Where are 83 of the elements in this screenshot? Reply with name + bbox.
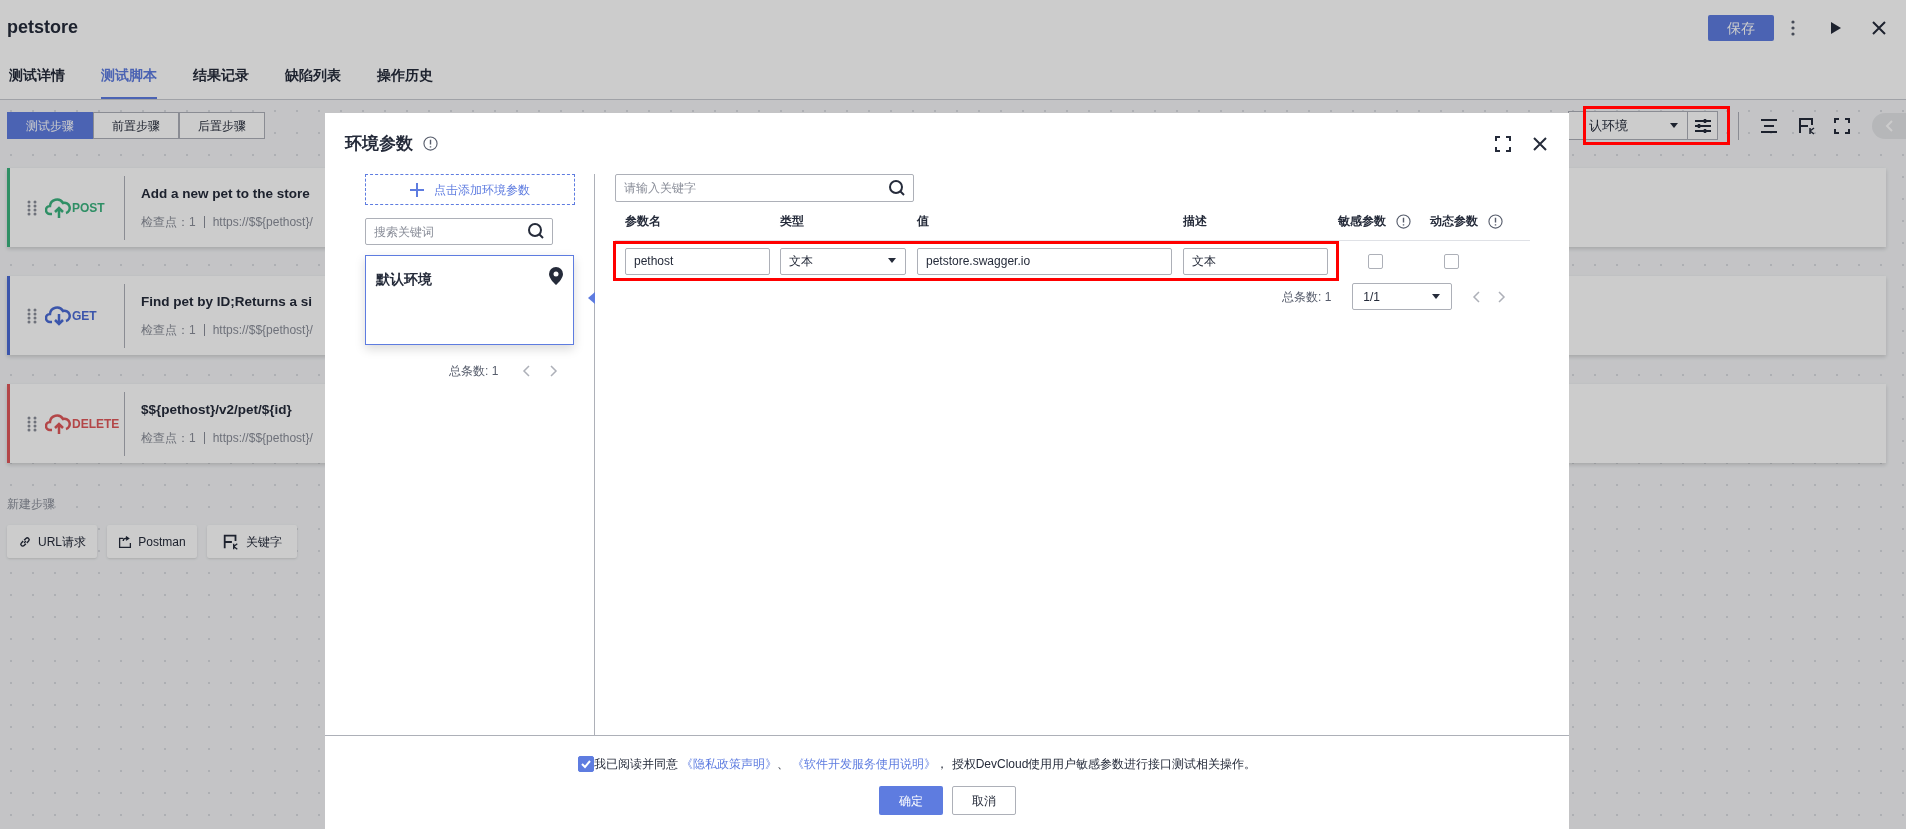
tab[interactable]: 结果记录	[193, 55, 249, 99]
info-icon	[1396, 213, 1411, 229]
checkpoint-count: 检查点：1	[141, 321, 196, 339]
new-step-button[interactable]: URL请求	[7, 525, 97, 558]
tab[interactable]: 测试脚本	[101, 55, 157, 99]
checkbox[interactable]	[1444, 253, 1459, 269]
add-environment-button[interactable]: 点击添加环境参数	[365, 174, 575, 205]
import-icon	[119, 535, 132, 548]
column-header: 敏感参数	[1338, 213, 1386, 230]
method-label: POST	[45, 195, 121, 220]
environment-card[interactable]: 默认环境	[365, 255, 574, 345]
tab[interactable]: 缺陷列表	[285, 55, 341, 99]
checkpoint-count: 检查点：1	[141, 429, 196, 447]
checkpoint-count: 检查点：1	[141, 213, 196, 231]
close-icon[interactable]	[1533, 136, 1547, 151]
environment-select[interactable]: 认环境	[1568, 111, 1688, 140]
step-tab[interactable]: 前置步骤	[93, 112, 179, 139]
tab[interactable]: 测试详情	[9, 55, 65, 99]
column-header: 动态参数	[1430, 213, 1478, 230]
pointer-marker	[588, 292, 595, 304]
drag-handle-icon[interactable]	[27, 415, 37, 432]
type-select[interactable]: 文本	[780, 247, 906, 275]
step-title: Find pet by ID;Returns a si	[141, 293, 313, 312]
step-url: https://$${pethost}/	[212, 429, 313, 447]
total-count: 总条数: 1	[449, 363, 499, 380]
fullscreen-icon[interactable]	[1834, 117, 1850, 134]
keyword-icon[interactable]	[1798, 116, 1816, 135]
drag-handle-icon[interactable]	[27, 307, 37, 324]
save-button[interactable]: 保存	[1708, 14, 1774, 41]
step-url: https://$${pethost}/	[212, 213, 313, 231]
search-icon[interactable]	[888, 179, 906, 197]
sliders-icon	[1694, 118, 1711, 133]
caret-icon	[887, 258, 897, 264]
column-header: 参数名	[625, 213, 661, 230]
info-icon	[423, 136, 438, 151]
new-step-button[interactable]: Postman	[107, 525, 197, 558]
column-header: 类型	[780, 213, 804, 230]
new-step-button[interactable]: 关键字	[207, 525, 297, 558]
modal-title: 环境参数	[345, 132, 413, 155]
cloud-icon	[45, 411, 71, 436]
step-url: https://$${pethost}/	[212, 321, 313, 339]
list-icon[interactable]	[1760, 117, 1778, 134]
keyword-icon	[222, 533, 240, 550]
link-icon	[18, 535, 32, 548]
play-icon[interactable]	[1831, 21, 1841, 34]
info-icon	[1488, 213, 1503, 229]
search-field[interactable]: 请输入关键字	[615, 174, 914, 202]
search-icon[interactable]	[527, 222, 545, 240]
checkbox[interactable]	[577, 756, 594, 772]
consent-text: 我已阅读并同意 《隐私政策声明》、 《软件开发服务使用说明》， 授权DevCloud使用用户敏感参数进行接口测试相关操作。	[593, 756, 1257, 773]
drag-handle-icon[interactable]	[27, 199, 37, 216]
cloud-icon	[45, 303, 71, 328]
text-field[interactable]: petstore.swagger.io	[917, 247, 1172, 275]
column-header: 值	[917, 213, 929, 230]
step-tab[interactable]: 测试步骤	[7, 112, 93, 139]
step-tab[interactable]: 后置步骤	[179, 112, 265, 139]
total-count: 总条数: 1	[1282, 288, 1332, 306]
page-select[interactable]: 1/1	[1352, 283, 1453, 310]
plus-icon	[410, 182, 424, 197]
policy-link[interactable]: 《隐私政策声明》	[681, 757, 777, 771]
tab[interactable]: 操作历史	[377, 55, 433, 99]
close-icon[interactable]	[1872, 20, 1886, 35]
environment-name: 默认环境	[376, 270, 432, 289]
checkbox[interactable]	[1368, 253, 1383, 269]
method-label: DELETE	[45, 411, 121, 436]
section-label: 新建步骤	[7, 496, 56, 513]
method-label: GET	[45, 303, 121, 328]
step-title: $${pethost}/v2/pet/${id}	[141, 401, 293, 420]
location-pin-icon	[549, 267, 563, 285]
confirm-button[interactable]: 确定	[878, 786, 943, 815]
text-field[interactable]: pethost	[625, 247, 770, 275]
column-header: 描述	[1183, 213, 1207, 230]
cancel-button[interactable]: 取消	[951, 786, 1016, 815]
caret-icon	[1669, 122, 1679, 129]
filter-settings-button[interactable]	[1687, 111, 1718, 140]
page-title: petstore	[7, 16, 78, 39]
caret-icon	[1431, 293, 1442, 300]
policy-link[interactable]: 《软件开发服务使用说明》	[792, 757, 937, 771]
cloud-icon	[45, 195, 71, 220]
text-field[interactable]: 文本	[1183, 247, 1328, 275]
fullscreen-icon[interactable]	[1495, 135, 1511, 152]
search-field[interactable]: 搜索关键词	[365, 218, 553, 245]
step-title: Add a new pet to the store	[141, 185, 311, 204]
